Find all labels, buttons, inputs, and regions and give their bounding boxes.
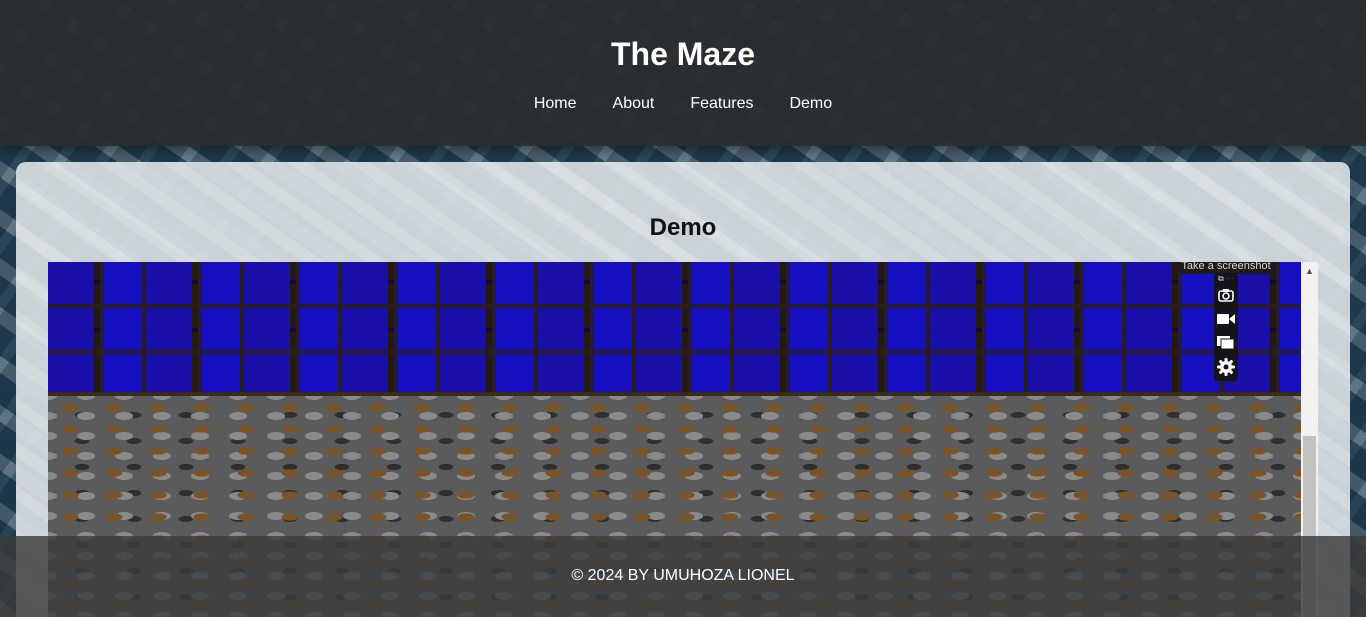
gear-icon[interactable] bbox=[1216, 357, 1236, 377]
copy-window-icon[interactable] bbox=[1216, 333, 1236, 353]
copyright-text: © 2024 BY UMUHOZA LIONEL bbox=[571, 567, 795, 584]
maze-wall bbox=[48, 262, 1301, 396]
section-title: Demo bbox=[649, 214, 717, 241]
nav-home-link[interactable]: Home bbox=[534, 94, 577, 114]
screenshot-tool-panel: ⧉ ⋯ bbox=[1214, 273, 1238, 381]
camera-icon[interactable] bbox=[1216, 285, 1236, 305]
scroll-up-icon[interactable]: ▲ bbox=[1301, 264, 1318, 278]
site-footer: © 2024 BY UMUHOZA LIONEL bbox=[0, 536, 1366, 617]
tool-options-icon[interactable]: ⧉ ⋯ bbox=[1216, 274, 1236, 284]
nav-demo-link[interactable]: Demo bbox=[789, 94, 832, 114]
site-title: The Maze bbox=[610, 36, 756, 72]
nav-features-link[interactable]: Features bbox=[690, 94, 753, 114]
site-header: The Maze Home About Features Demo bbox=[0, 0, 1366, 146]
main-nav: Home About Features Demo bbox=[0, 94, 1366, 114]
nav-about-link[interactable]: About bbox=[613, 94, 655, 114]
video-icon[interactable] bbox=[1216, 309, 1236, 329]
